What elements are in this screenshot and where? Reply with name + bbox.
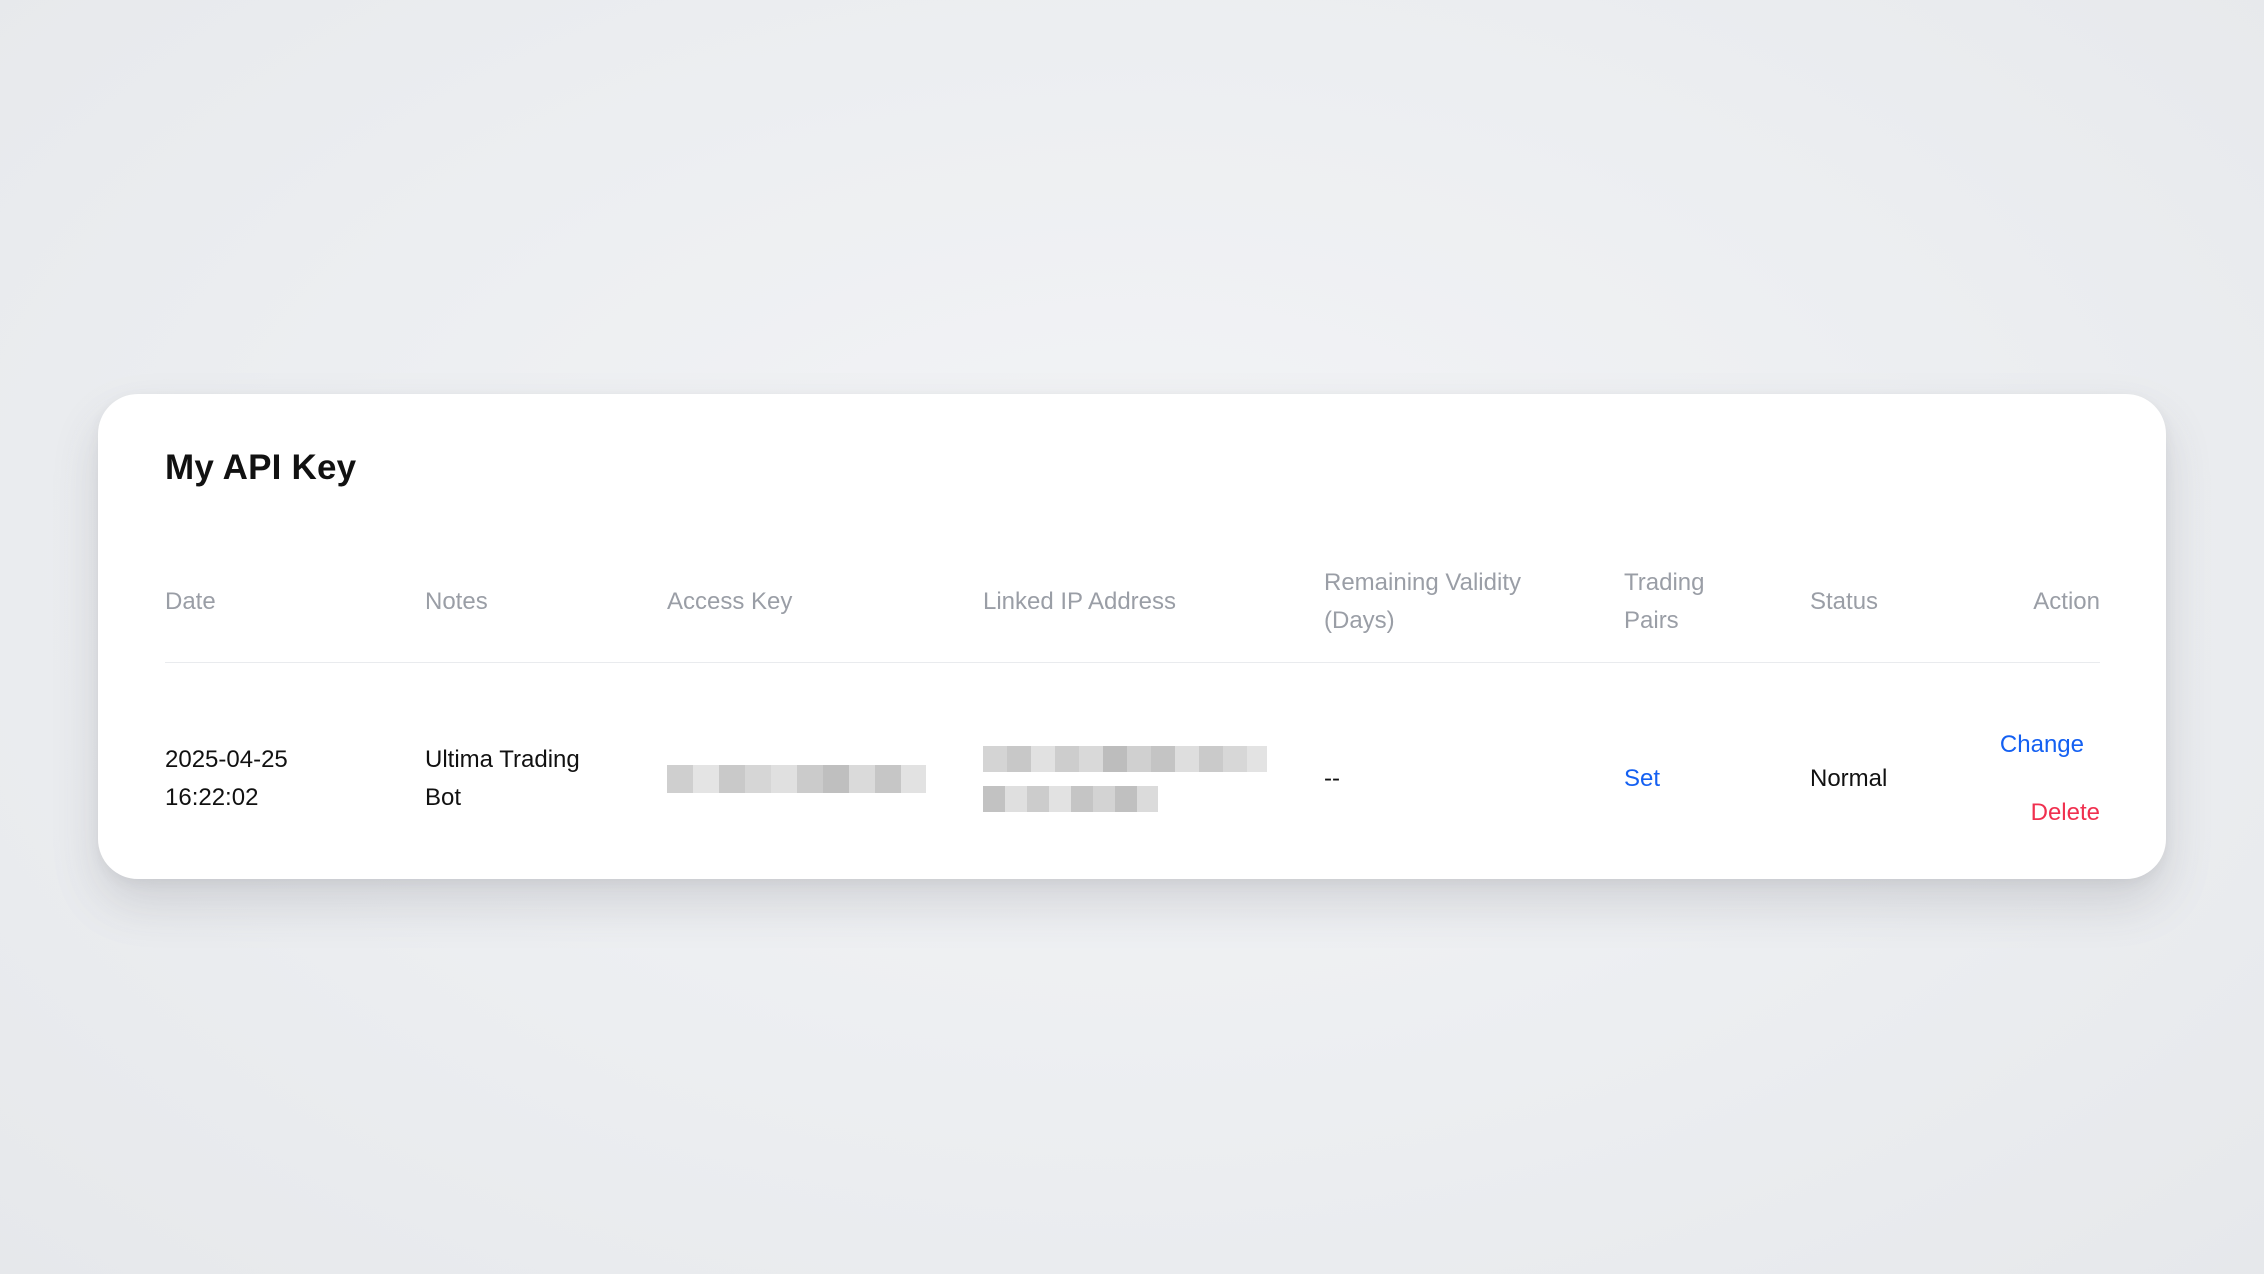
change-button[interactable]: Change xyxy=(2000,726,2084,764)
column-header-trading-pairs-label: Trading Pairs xyxy=(1624,564,1704,640)
cell-date: 2025-04-25 16:22:02 xyxy=(165,734,405,824)
api-key-card: My API Key Date Notes Access Key Linked … xyxy=(98,394,2166,879)
column-header-linked-ip: Linked IP Address xyxy=(983,564,1303,640)
page-title: My API Key xyxy=(165,448,357,487)
column-header-action-label: Action xyxy=(2033,588,2100,615)
column-header-notes: Notes xyxy=(425,564,645,640)
column-header-remaining-validity-label: Remaining Validity (Days) xyxy=(1324,564,1521,640)
delete-button[interactable]: Delete xyxy=(2031,794,2100,832)
time-line: 16:22:02 xyxy=(165,784,259,811)
access-key-redacted xyxy=(667,765,926,793)
column-header-trading-pairs: Trading Pairs xyxy=(1624,564,1784,640)
linked-ip-redacted-line1 xyxy=(983,746,1267,772)
column-header-trading-pairs-line1: Trading xyxy=(1624,569,1705,596)
column-header-action: Action xyxy=(1960,564,2100,640)
column-header-remaining-validity-line1: Remaining Validity xyxy=(1324,569,1521,596)
date-value: 2025-04-25 16:22:02 xyxy=(165,741,288,817)
set-trading-pairs-link[interactable]: Set xyxy=(1624,760,1660,798)
column-header-trading-pairs-line2: Pairs xyxy=(1624,607,1679,634)
column-header-date: Date xyxy=(165,564,405,640)
date-line: 2025-04-25 xyxy=(165,746,288,773)
column-header-notes-label: Notes xyxy=(425,588,488,615)
cell-action: Change Delete xyxy=(1960,716,2100,842)
cell-remaining-validity: -- xyxy=(1324,734,1604,824)
notes-line1: Ultima Trading xyxy=(425,746,580,773)
header-divider xyxy=(165,662,2100,663)
column-header-remaining-validity: Remaining Validity (Days) xyxy=(1324,564,1604,640)
column-header-access-key: Access Key xyxy=(667,564,957,640)
column-header-status: Status xyxy=(1810,564,1960,640)
cell-access-key xyxy=(667,734,957,824)
linked-ip-redacted xyxy=(983,746,1267,812)
cell-trading-pairs: Set xyxy=(1624,734,1784,824)
cell-linked-ip xyxy=(983,734,1303,824)
column-header-access-key-label: Access Key xyxy=(667,588,793,615)
column-header-linked-ip-label: Linked IP Address xyxy=(983,588,1177,615)
column-header-date-label: Date xyxy=(165,588,216,615)
notes-line2: Bot xyxy=(425,784,462,811)
cell-notes: Ultima Trading Bot xyxy=(425,734,645,824)
column-header-remaining-validity-line2: (Days) xyxy=(1324,607,1395,634)
cell-status: Normal xyxy=(1810,734,1960,824)
column-header-status-label: Status xyxy=(1810,588,1879,615)
remaining-validity-value: -- xyxy=(1324,765,1340,792)
linked-ip-redacted-line2 xyxy=(983,786,1158,812)
notes-value: Ultima Trading Bot xyxy=(425,741,580,817)
status-value: Normal xyxy=(1810,765,1888,792)
